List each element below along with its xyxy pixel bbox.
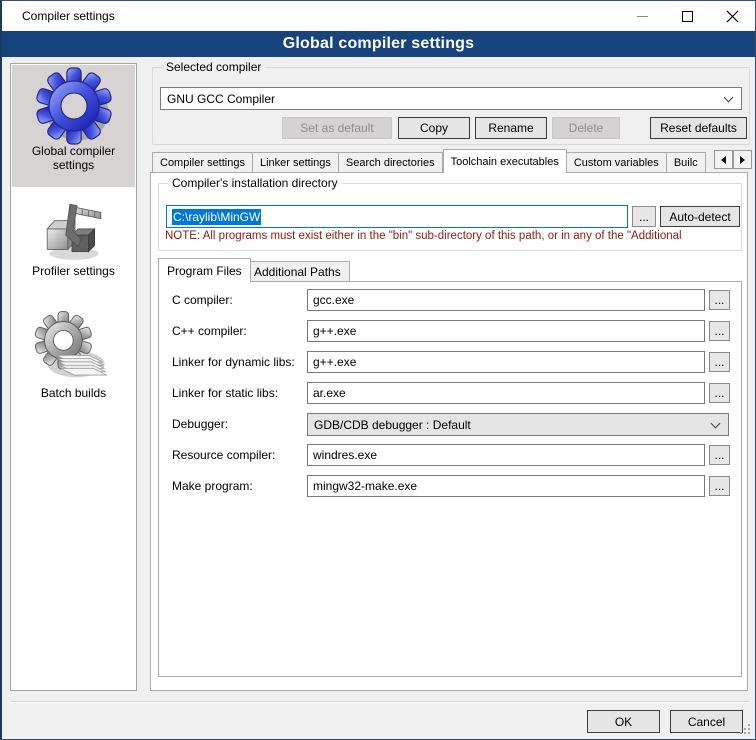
sidebar-item-global-compiler-settings[interactable]: Global compiler settings bbox=[12, 65, 135, 187]
arrow-left-icon bbox=[721, 156, 726, 164]
tab-linker-settings[interactable]: Linker settings bbox=[253, 152, 339, 173]
installation-directory-browse-button[interactable]: ... bbox=[632, 206, 656, 227]
c-compiler-label: C compiler: bbox=[172, 293, 233, 307]
close-icon bbox=[727, 11, 738, 22]
rename-button[interactable]: Rename bbox=[475, 117, 547, 139]
compiler-options-tabstrip: Compiler settings Linker settings Search… bbox=[152, 149, 714, 173]
dynamic-linker-field[interactable]: g++.exe bbox=[307, 351, 705, 373]
ok-button[interactable]: OK bbox=[587, 710, 660, 733]
make-program-browse-button[interactable]: ... bbox=[709, 476, 730, 496]
dynamic-linker-browse-button[interactable]: ... bbox=[709, 352, 730, 372]
static-linker-label: Linker for static libs: bbox=[172, 386, 278, 400]
c-compiler-browse-button[interactable]: ... bbox=[709, 290, 730, 310]
banner-title: Global compiler settings bbox=[283, 35, 475, 53]
window-title: Compiler settings bbox=[22, 9, 115, 23]
arrow-right-icon bbox=[740, 156, 745, 164]
tab-scroll-right-button[interactable] bbox=[733, 150, 752, 169]
maximize-button[interactable] bbox=[665, 1, 710, 31]
minimize-button[interactable] bbox=[620, 1, 665, 31]
tab-search-directories[interactable]: Search directories bbox=[339, 152, 443, 173]
delete-button[interactable]: Delete bbox=[552, 117, 620, 139]
debugger-label: Debugger: bbox=[172, 417, 228, 431]
cpp-compiler-browse-button[interactable]: ... bbox=[709, 321, 730, 341]
caliper-icon bbox=[41, 198, 107, 264]
cpp-compiler-label: C++ compiler: bbox=[172, 324, 247, 338]
static-linker-field[interactable]: ar.exe bbox=[307, 382, 705, 404]
blue-gear-icon bbox=[36, 68, 112, 144]
tab-compiler-settings[interactable]: Compiler settings bbox=[152, 152, 253, 173]
sidebar-item-batch-builds[interactable]: Batch builds bbox=[12, 312, 135, 424]
auto-detect-button[interactable]: Auto-detect bbox=[660, 206, 740, 227]
resize-grip[interactable] bbox=[740, 724, 750, 734]
installation-directory-input[interactable]: C:\raylib\MinGW bbox=[166, 205, 628, 228]
make-program-value: mingw32-make.exe bbox=[313, 479, 417, 493]
resource-compiler-label: Resource compiler: bbox=[172, 448, 275, 462]
tab-build-options-clipped[interactable]: Builc bbox=[667, 152, 706, 173]
set-as-default-button[interactable]: Set as default bbox=[282, 117, 392, 139]
make-program-field[interactable]: mingw32-make.exe bbox=[307, 475, 705, 497]
gray-gear-stack-icon bbox=[39, 316, 109, 386]
sidebar-item-profiler-settings[interactable]: Profiler settings bbox=[12, 194, 135, 306]
resource-compiler-field[interactable]: windres.exe bbox=[307, 444, 705, 466]
tab-scroll-left-button[interactable] bbox=[714, 150, 733, 169]
chevron-down-icon bbox=[724, 92, 734, 102]
compiler-select-value: GNU GCC Compiler bbox=[167, 92, 275, 106]
sidebar-item-label: Global compiler settings bbox=[12, 144, 135, 172]
installation-directory-label: Compiler's installation directory bbox=[168, 176, 342, 190]
footer-separator bbox=[10, 701, 750, 703]
compiler-select[interactable]: GNU GCC Compiler bbox=[160, 87, 742, 110]
dialog-banner: Global compiler settings bbox=[2, 31, 755, 57]
bin-subdirectory-note: NOTE: All programs must exist either in … bbox=[165, 230, 740, 242]
dynamic-linker-label: Linker for dynamic libs: bbox=[172, 355, 295, 369]
minimize-icon bbox=[637, 11, 648, 22]
reset-defaults-button[interactable]: Reset defaults bbox=[650, 117, 747, 139]
settings-category-list: Global compiler settings P bbox=[10, 63, 137, 691]
tab-custom-variables[interactable]: Custom variables bbox=[567, 152, 667, 173]
sidebar-item-label: Batch builds bbox=[12, 386, 135, 400]
compiler-settings-dialog: Compiler settings Global compiler settin… bbox=[0, 0, 756, 740]
title-bar[interactable]: Compiler settings bbox=[2, 1, 755, 31]
cancel-button[interactable]: Cancel bbox=[670, 710, 743, 733]
subtab-additional-paths[interactable]: Additional Paths bbox=[245, 261, 350, 282]
copy-button[interactable]: Copy bbox=[398, 117, 470, 139]
selected-compiler-label: Selected compiler bbox=[162, 60, 265, 74]
resource-compiler-browse-button[interactable]: ... bbox=[709, 445, 730, 465]
chevron-down-icon bbox=[711, 418, 721, 428]
tab-toolchain-executables[interactable]: Toolchain executables bbox=[443, 149, 567, 173]
c-compiler-field[interactable]: gcc.exe bbox=[307, 289, 705, 311]
subtab-program-files[interactable]: Program Files bbox=[158, 258, 251, 282]
maximize-icon bbox=[682, 11, 693, 22]
installation-directory-value: C:\raylib\MinGW bbox=[172, 209, 261, 225]
make-program-label: Make program: bbox=[172, 479, 253, 493]
cpp-compiler-value: g++.exe bbox=[313, 324, 356, 338]
c-compiler-value: gcc.exe bbox=[313, 293, 354, 307]
resource-compiler-value: windres.exe bbox=[313, 448, 377, 462]
static-linker-browse-button[interactable]: ... bbox=[709, 383, 730, 403]
static-linker-value: ar.exe bbox=[313, 386, 346, 400]
cpp-compiler-field[interactable]: g++.exe bbox=[307, 320, 705, 342]
close-button[interactable] bbox=[710, 1, 755, 31]
dynamic-linker-value: g++.exe bbox=[313, 355, 356, 369]
debugger-value: GDB/CDB debugger : Default bbox=[314, 418, 471, 432]
debugger-select[interactable]: GDB/CDB debugger : Default bbox=[307, 413, 729, 436]
sidebar-item-label: Profiler settings bbox=[12, 264, 135, 278]
